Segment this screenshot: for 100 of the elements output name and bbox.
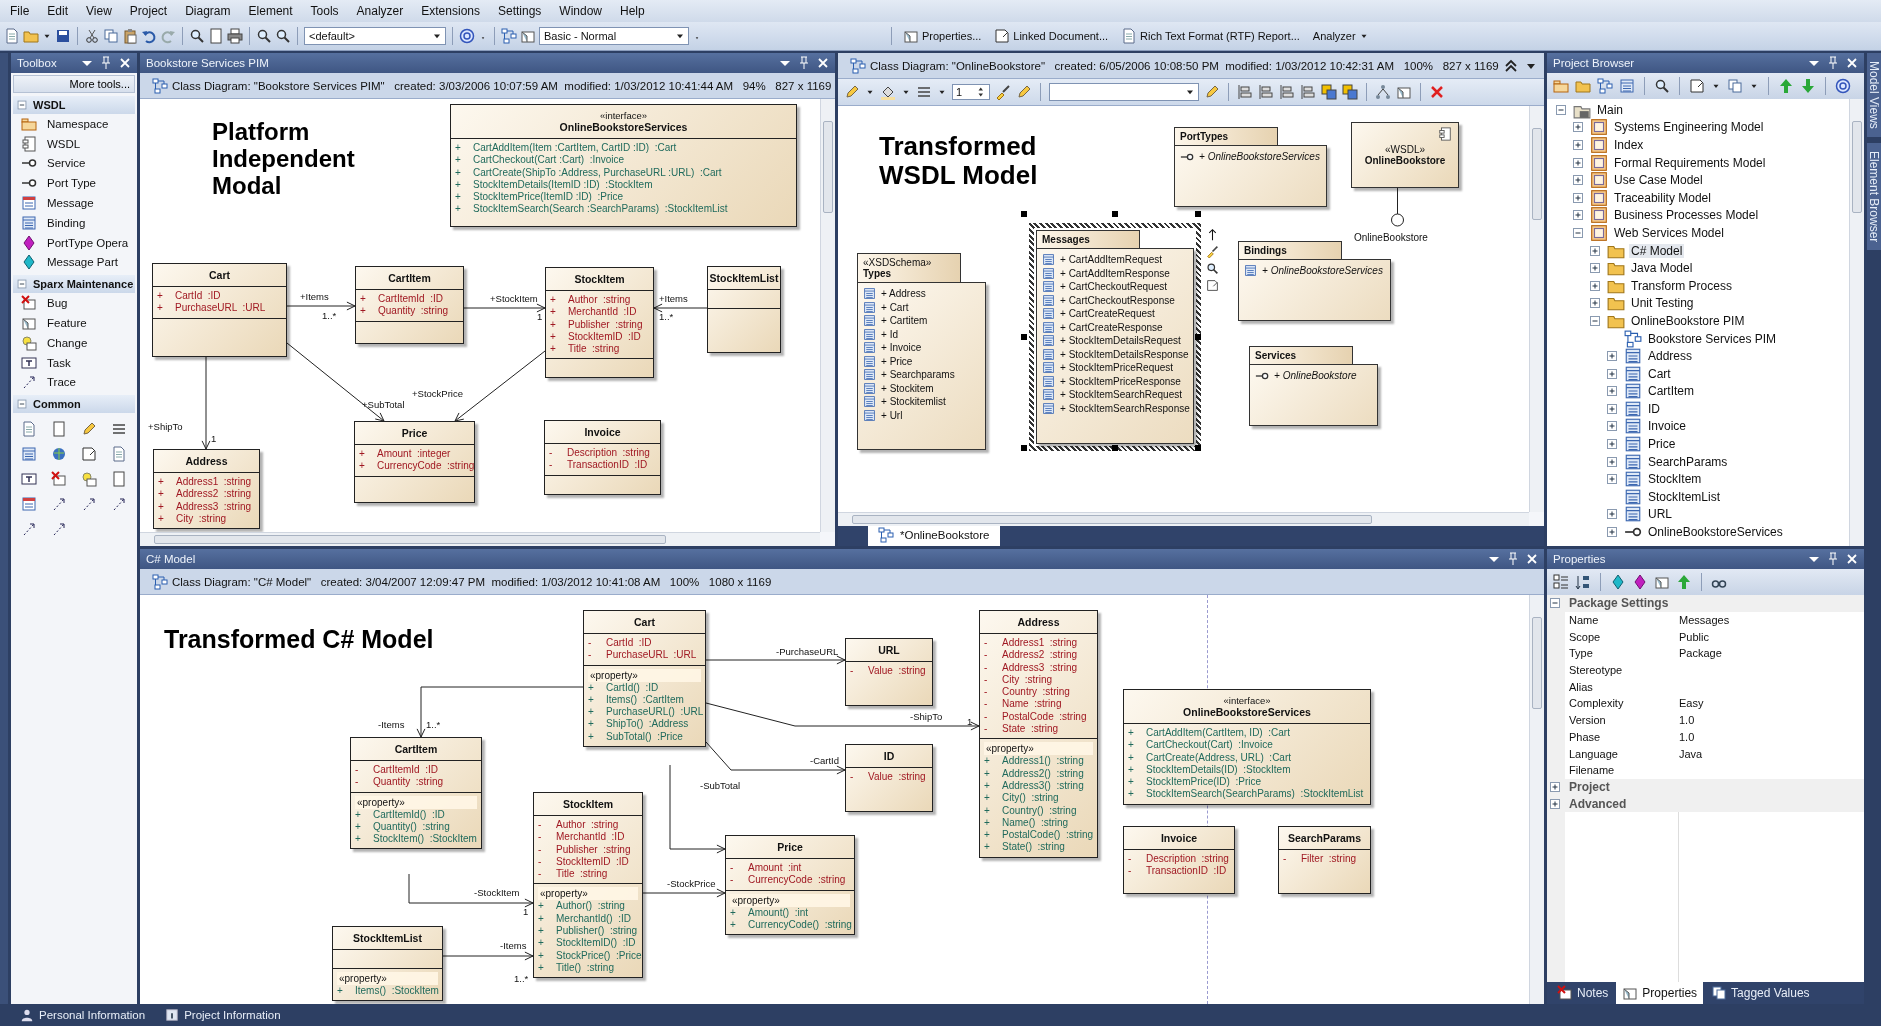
tree-item[interactable]: Business Processes Model	[1612, 208, 1761, 223]
attribute-text: - Filter :string	[1283, 853, 1357, 866]
tree-item[interactable]: Use Case Model	[1612, 173, 1705, 188]
layout-dropdown[interactable]: Basic - Normal	[539, 27, 689, 45]
attribute-text: - Description :string	[549, 447, 651, 460]
tree-item[interactable]: CartItem	[1646, 384, 1696, 399]
toolbar-button[interactable]: Linked Document...	[989, 26, 1114, 46]
toolbar-button[interactable]: Properties...	[898, 26, 987, 46]
toolbox-item[interactable]: PortType Opera	[47, 236, 129, 249]
toolbox-item[interactable]: WSDL	[47, 137, 81, 150]
tree-item[interactable]: SearchParams	[1646, 454, 1730, 469]
menu-item[interactable]: File	[2, 2, 38, 20]
package-name: Messages	[1042, 234, 1091, 245]
menu-item[interactable]: Edit	[39, 2, 77, 20]
class-name: Invoice	[584, 426, 621, 438]
property-group[interactable]: Advanced	[1569, 796, 1627, 811]
panel-tab[interactable]: Notes	[1551, 982, 1615, 1004]
package-member: + Price	[881, 355, 913, 367]
tree-item[interactable]: Transform Process	[1629, 278, 1734, 293]
menu-item[interactable]: Analyzer	[348, 2, 412, 20]
status-item[interactable]: Project Information	[184, 1009, 281, 1021]
package-member: + Invoice	[881, 342, 922, 354]
tree-item[interactable]: StockItem	[1646, 472, 1704, 487]
toolbar-button[interactable]: Analyzer	[1307, 28, 1374, 44]
tree-item[interactable]: Cart	[1646, 366, 1673, 381]
operation-text: + StockItemDetails(ItemID :ID) :StockItem	[455, 178, 654, 192]
package-member: + CartCheckoutRequest	[1060, 281, 1167, 293]
menu-item[interactable]: Help	[612, 2, 653, 20]
property-value[interactable]: 1.0	[1675, 728, 1864, 746]
toolbox-item[interactable]: Trace	[47, 376, 76, 389]
menu-item[interactable]: Settings	[490, 2, 550, 20]
tree-item[interactable]: Java Model	[1629, 261, 1695, 276]
tree-item[interactable]: OnlineBookstore PIM	[1629, 313, 1747, 328]
toolbar-button[interactable]: Rich Text Format (RTF) Report...	[1116, 26, 1305, 46]
tree-item[interactable]: Traceability Model	[1612, 190, 1713, 205]
toolbox-group[interactable]: WSDL	[33, 99, 66, 111]
side-tab[interactable]: Model Views	[1867, 53, 1881, 137]
class-name: Address	[185, 455, 228, 467]
multiplicity-label: 1..*	[426, 719, 441, 730]
toolbox-item[interactable]: Message Part	[47, 256, 118, 269]
tree-item[interactable]: Unit Testing	[1629, 296, 1696, 311]
class-name: Cart	[209, 269, 230, 281]
class-name: StockItem	[574, 273, 625, 285]
operation-text: + StockItemDetails(ID) :StockItem	[1128, 763, 1292, 777]
operation-text: + Items() :CartItem	[588, 693, 685, 707]
tree-item[interactable]: C# Model	[1629, 243, 1685, 258]
property-group[interactable]: Project	[1569, 779, 1610, 794]
panel-tab[interactable]: Properties	[1616, 982, 1704, 1004]
property-name: Language	[1568, 746, 1619, 762]
attribute-text: + Amount :integer	[359, 448, 452, 461]
toolbox-item[interactable]: Task	[47, 356, 71, 369]
tree-item[interactable]: Bookstore Services PIM	[1646, 331, 1779, 346]
toolbox-item[interactable]: Binding	[47, 216, 86, 229]
property-value[interactable]: Messages	[1675, 611, 1864, 629]
menu-item[interactable]: View	[78, 2, 120, 20]
status-item[interactable]: Personal Information	[39, 1009, 146, 1021]
property-value[interactable]: Java	[1675, 745, 1864, 762]
tree-item[interactable]: Web Services Model	[1612, 225, 1726, 240]
menu-item[interactable]: Element	[240, 2, 301, 20]
toolbox-item[interactable]: Feature	[47, 317, 87, 330]
panel-tab[interactable]: Tagged Values	[1705, 982, 1816, 1004]
menu-item[interactable]: Window	[551, 2, 611, 20]
tree-item[interactable]: URL	[1646, 507, 1674, 522]
role-name: +Items	[659, 293, 688, 304]
menu-item[interactable]: Extensions	[413, 2, 488, 20]
attribute-text: - Name :string	[984, 698, 1063, 711]
menu-item[interactable]: Diagram	[177, 2, 239, 20]
tree-item[interactable]: StockItemList	[1646, 489, 1723, 504]
toolbox-item[interactable]: Namespace	[47, 117, 109, 130]
toolbox-item[interactable]: Port Type	[47, 177, 96, 190]
tree-item[interactable]: Main	[1595, 102, 1625, 117]
tree-item[interactable]: Price	[1646, 437, 1678, 452]
tree-item[interactable]: Index	[1612, 138, 1646, 152]
property-value[interactable]: Easy	[1675, 695, 1864, 712]
menu-item[interactable]: Project	[121, 2, 176, 20]
tree-item[interactable]: Invoice	[1646, 419, 1689, 434]
toolbox-item[interactable]: Service	[47, 157, 86, 170]
toolbox-item[interactable]: Bug	[47, 297, 68, 310]
property-value[interactable]: 1.0	[1675, 711, 1864, 729]
property-name: Alias	[1568, 679, 1594, 695]
operation-text: + CartCreate(Address, URL) :Cart	[1128, 751, 1293, 764]
tree-item[interactable]: ID	[1646, 401, 1662, 416]
side-tab[interactable]: Element Browser	[1867, 142, 1881, 251]
property-value[interactable]: Package	[1675, 645, 1864, 662]
toolbox-item[interactable]: Message	[47, 197, 94, 210]
diagram-tab[interactable]: *OnlineBookstore	[868, 524, 1000, 546]
operation-text: + Name() :string	[984, 816, 1070, 830]
tree-item[interactable]: Address	[1646, 349, 1695, 364]
role-name: -PurchaseURL	[776, 646, 839, 657]
workspace-dropdown[interactable]: <default>	[304, 27, 446, 45]
tree-item[interactable]: Formal Requirements Model	[1612, 155, 1768, 170]
multiplicity-label: 1	[211, 433, 217, 444]
toolbox-item[interactable]: Change	[47, 336, 88, 349]
tree-item[interactable]: OnlineBookstoreServices	[1646, 525, 1785, 540]
property-value[interactable]: Public	[1675, 628, 1864, 646]
line-width-spinner[interactable]: 1	[952, 84, 990, 100]
more-tools-button[interactable]: More tools...	[13, 75, 135, 93]
menu-item[interactable]: Tools	[302, 2, 347, 20]
port-label: OnlineBookstore	[1354, 232, 1428, 243]
tree-item[interactable]: Systems Engineering Model	[1612, 120, 1766, 135]
